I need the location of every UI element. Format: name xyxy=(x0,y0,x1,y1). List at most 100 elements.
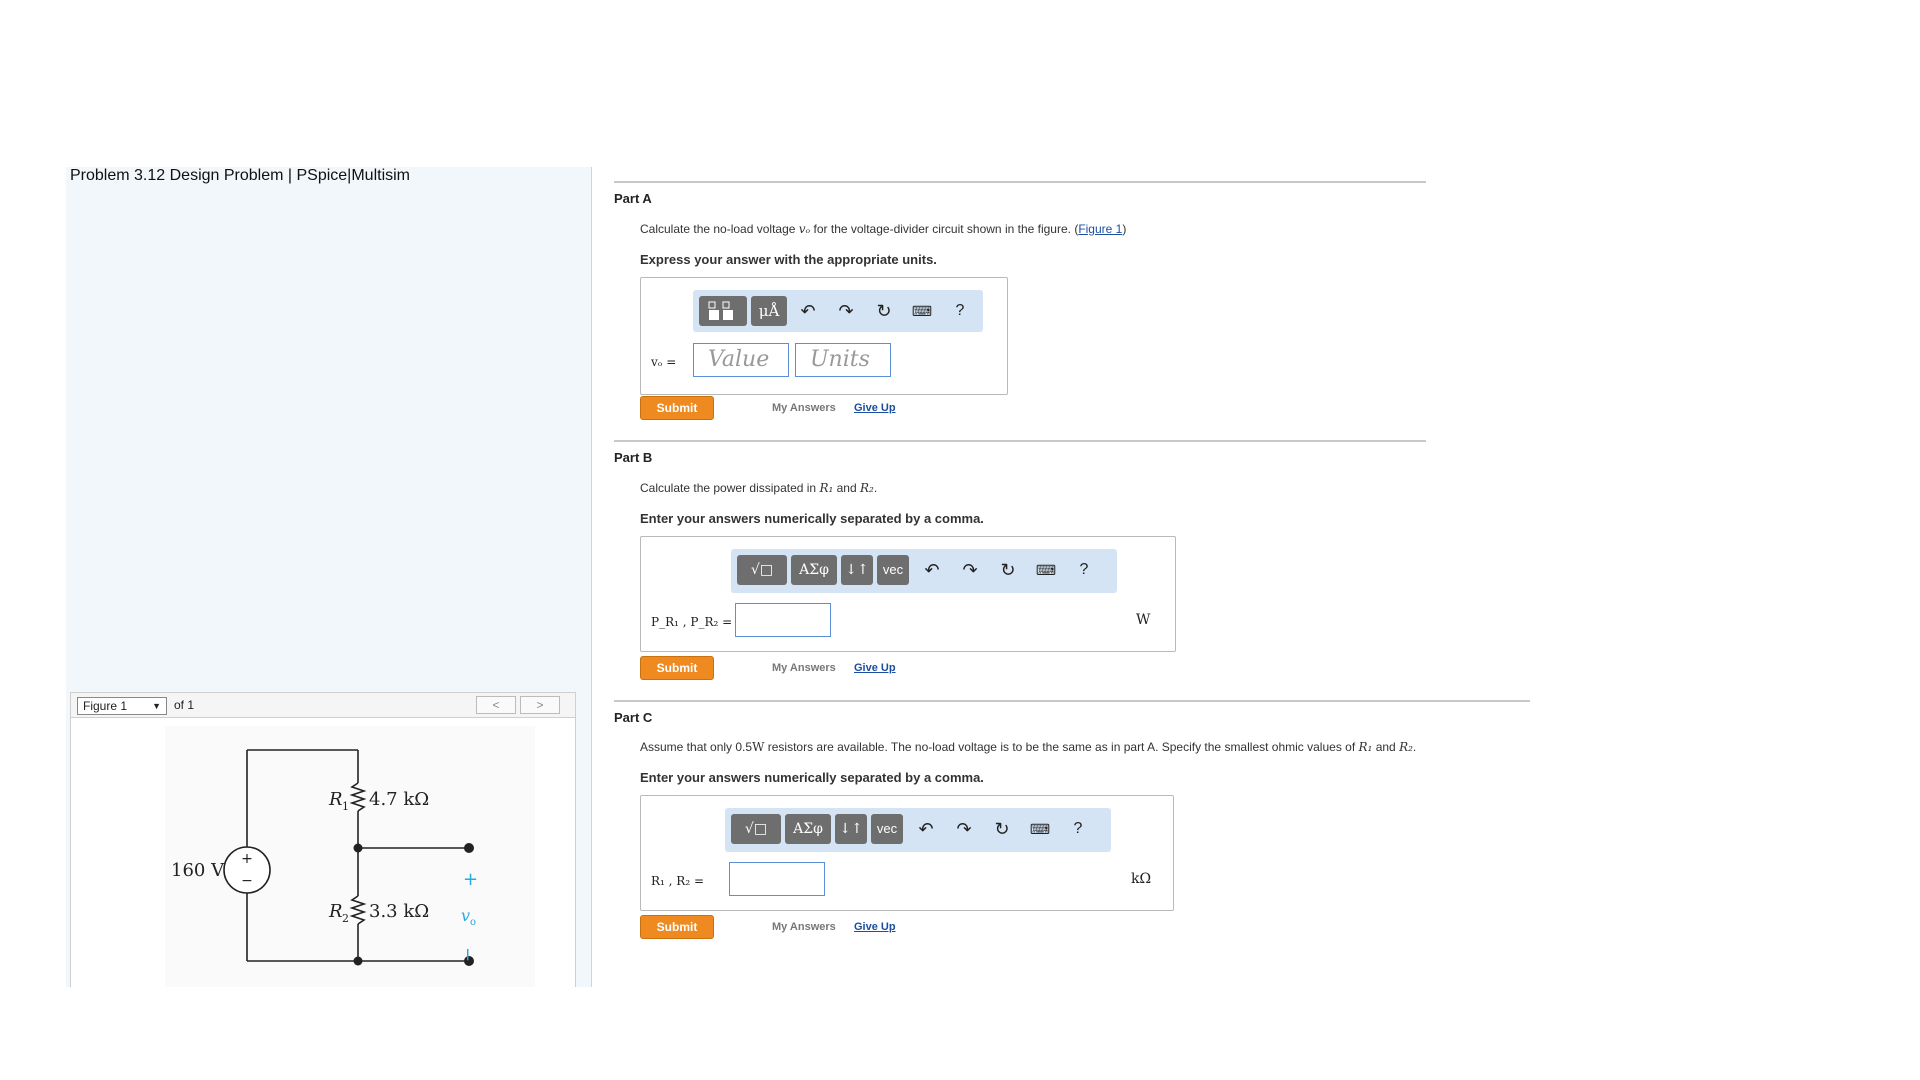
r1-symbol: R₁ xyxy=(819,481,834,495)
problem-panel: Problem 3.12 Design Problem | PSpice|Mul… xyxy=(66,167,592,987)
subscript-button[interactable]: ↓↑ xyxy=(841,555,873,585)
circuit-diagram: + − 160 V R 1 4.7 kΩ R 2 3.3 kΩ + v o − xyxy=(165,726,535,987)
vector-button[interactable]: vec xyxy=(871,814,903,844)
r1-value: 4.7 kΩ xyxy=(369,789,429,810)
part-b-instruction: Enter your answers numerically separated… xyxy=(640,511,984,526)
reset-icon[interactable]: ↻ xyxy=(997,555,1019,585)
units-input[interactable]: Units xyxy=(795,343,891,377)
part-a-give-up-link[interactable]: Give Up xyxy=(854,402,896,414)
part-a-prompt: Calculate the no-load voltage vₒ for the… xyxy=(640,222,1126,236)
part-a-prompt-end: for the voltage-divider circuit shown in… xyxy=(810,222,1079,236)
r2-symbol: R₂ xyxy=(1399,740,1413,754)
vo-symbol: vₒ xyxy=(798,222,811,236)
power-field-label: P_R₁ , P_R₂ = xyxy=(651,615,733,629)
resistance-field-label: R₁ , R₂ = xyxy=(651,874,705,888)
part-c-toolbar: √□ ΑΣφ ↓↑ vec ↶ ↷ ↻ ⌨ ? xyxy=(725,808,1111,852)
undo-icon[interactable]: ↶ xyxy=(921,555,943,585)
keyboard-icon[interactable]: ⌨ xyxy=(1029,814,1051,844)
part-a-answer-box: μÅ ↶ ↷ ↻ ⌨ ? vₒ = Value Units xyxy=(640,277,1008,395)
undo-icon[interactable]: ↶ xyxy=(797,296,819,326)
subscript-button[interactable]: ↓↑ xyxy=(835,814,867,844)
source-plus: + xyxy=(241,851,253,867)
reset-icon[interactable]: ↻ xyxy=(991,814,1013,844)
part-b-prompt-start: Calculate the power dissipated in xyxy=(640,481,820,495)
part-c-title[interactable]: Part C xyxy=(614,710,652,725)
output-minus: − xyxy=(457,947,478,962)
r2-symbol: R₂ xyxy=(860,481,874,495)
greek-symbols-button[interactable]: ΑΣφ xyxy=(791,555,837,585)
and-text: and xyxy=(833,481,860,495)
part-a-submit-button[interactable]: Submit xyxy=(640,396,714,420)
part-a-instruction: Express your answer with the appropriate… xyxy=(640,252,937,267)
source-minus: − xyxy=(241,873,253,889)
help-button[interactable]: ? xyxy=(1067,814,1089,844)
figure-count: of 1 xyxy=(174,698,195,712)
part-c-prompt-start: Assume that only 0.5 xyxy=(640,740,753,754)
and-text: and xyxy=(1372,740,1400,754)
watt-symbol: W xyxy=(752,740,765,754)
r1-subscript: 1 xyxy=(342,800,349,813)
part-c-submit-button[interactable]: Submit xyxy=(640,915,714,939)
units-button[interactable]: μÅ xyxy=(751,296,787,326)
value-input[interactable]: Value xyxy=(693,343,789,377)
period: . xyxy=(873,481,878,495)
redo-icon[interactable]: ↷ xyxy=(835,296,857,326)
problem-title: Problem 3.12 Design Problem | PSpice|Mul… xyxy=(70,167,410,184)
node-dot xyxy=(353,843,363,853)
r2-subscript: 2 xyxy=(342,912,349,925)
sqrt-template-button[interactable]: √□ xyxy=(731,814,781,844)
figure-select-value: Figure 1 xyxy=(83,699,128,713)
greek-symbols-button[interactable]: ΑΣφ xyxy=(785,814,831,844)
part-c-prompt-mid: resistors are available. The no-load vol… xyxy=(764,740,1359,754)
part-b-title[interactable]: Part B xyxy=(614,450,652,465)
part-c-instruction: Enter your answers numerically separated… xyxy=(640,770,984,785)
my-answers-label: My Answers xyxy=(772,662,836,674)
figure-link[interactable]: Figure 1 xyxy=(1078,222,1122,236)
part-a-prompt-start: Calculate the no-load voltage xyxy=(640,222,799,236)
redo-icon[interactable]: ↷ xyxy=(959,555,981,585)
figure-select[interactable]: Figure 1 ▼ xyxy=(77,697,167,715)
template-button[interactable] xyxy=(699,296,747,326)
part-c-answer-box: √□ ΑΣφ ↓↑ vec ↶ ↷ ↻ ⌨ ? R₁ , R₂ = kΩ xyxy=(640,795,1174,911)
sqrt-template-button[interactable]: √□ xyxy=(737,555,787,585)
keyboard-icon[interactable]: ⌨ xyxy=(911,296,933,326)
chevron-down-icon: ▼ xyxy=(152,701,161,711)
power-input[interactable] xyxy=(735,603,831,637)
watt-unit: W xyxy=(1136,612,1151,628)
output-voltage-symbol: v xyxy=(461,906,470,925)
redo-icon[interactable]: ↷ xyxy=(953,814,975,844)
part-a-title[interactable]: Part A xyxy=(614,191,652,206)
template-icon xyxy=(708,301,733,320)
part-c-give-up-link[interactable]: Give Up xyxy=(854,921,896,933)
source-voltage-label: 160 V xyxy=(171,860,225,881)
part-b-toolbar: √□ ΑΣφ ↓↑ vec ↶ ↷ ↻ ⌨ ? xyxy=(731,549,1117,593)
output-voltage-subscript: o xyxy=(470,917,476,928)
kilohm-unit: kΩ xyxy=(1131,871,1152,887)
help-button[interactable]: ? xyxy=(1073,555,1095,585)
resistance-input[interactable] xyxy=(729,862,825,896)
part-b-answer-box: √□ ΑΣφ ↓↑ vec ↶ ↷ ↻ ⌨ ? P_R₁ , P_R₂ = W xyxy=(640,536,1176,652)
r1-symbol: R xyxy=(328,789,343,810)
vector-button[interactable]: vec xyxy=(877,555,909,585)
next-figure-button[interactable]: > xyxy=(520,696,560,714)
keyboard-icon[interactable]: ⌨ xyxy=(1035,555,1057,585)
part-b-submit-button[interactable]: Submit xyxy=(640,656,714,680)
part-a-toolbar: μÅ ↶ ↷ ↻ ⌨ ? xyxy=(693,290,983,332)
prev-figure-button[interactable]: < xyxy=(476,696,516,714)
figure-background xyxy=(165,726,535,987)
figure-area: + − 160 V R 1 4.7 kΩ R 2 3.3 kΩ + v o − xyxy=(70,718,576,987)
divider xyxy=(614,700,1530,702)
vo-field-label: vₒ = xyxy=(651,355,677,369)
r2-symbol: R xyxy=(328,901,343,922)
undo-icon[interactable]: ↶ xyxy=(915,814,937,844)
part-b-give-up-link[interactable]: Give Up xyxy=(854,662,896,674)
r2-value: 3.3 kΩ xyxy=(369,901,429,922)
terminal-dot xyxy=(464,843,474,853)
r1-symbol: R₁ xyxy=(1358,740,1373,754)
output-plus: + xyxy=(463,869,478,890)
my-answers-label: My Answers xyxy=(772,921,836,933)
help-button[interactable]: ? xyxy=(949,296,971,326)
period: . xyxy=(1412,740,1417,754)
my-answers-label: My Answers xyxy=(772,402,836,414)
reset-icon[interactable]: ↻ xyxy=(873,296,895,326)
